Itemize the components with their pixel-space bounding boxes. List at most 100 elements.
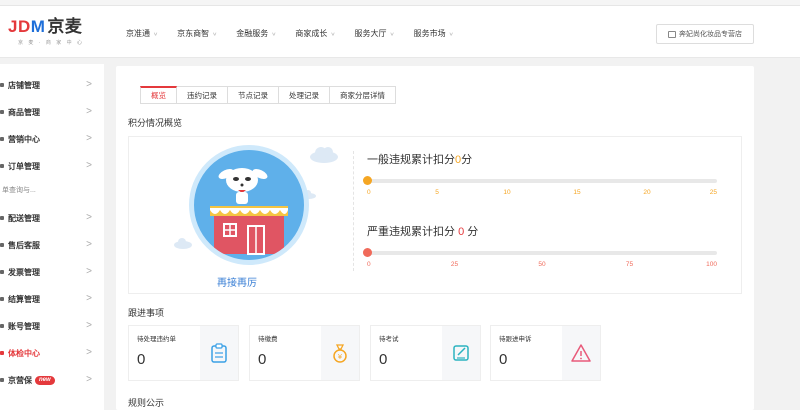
serious-violation-label: 严重违规累计扣分 (367, 226, 455, 238)
follow-card-value: 0 (137, 351, 146, 368)
general-violation-label: 一般违规累计扣分 (367, 154, 455, 166)
tick-label: 25 (709, 189, 717, 196)
tab-bar: 概览 违约记录 节点记录 处理记录 商家分层详情 (140, 86, 396, 104)
tick-label: 15 (573, 189, 581, 196)
mascot-illustration (189, 145, 309, 265)
top-nav: 京准通 ∨ 京东商智 ∨ 金融服务 ∨ 商家成长 ∨ 服务大厅 ∨ 服务市场 ∨ (126, 28, 473, 39)
tick-label: 20 (643, 189, 651, 196)
store-icon (668, 30, 676, 38)
sidebar-item-label: 京营保 (8, 375, 32, 385)
edit-icon (453, 345, 469, 361)
cloud-icon (174, 238, 192, 249)
chevron-right-icon: > (86, 160, 92, 171)
sidebar-item-store[interactable]: 店铺管理 > (0, 72, 104, 98)
tab-handling-records[interactable]: 处理记录 (279, 86, 330, 104)
tick-label: 0 (367, 261, 371, 268)
sidebar-item-orders[interactable]: 订单管理 > (0, 153, 104, 179)
tick-label: 0 (367, 189, 371, 196)
general-violation-ticks: 0 5 10 15 20 25 (367, 189, 717, 199)
tick-label: 100 (706, 261, 717, 268)
serious-violation-title: 严重违规累计扣分 0 分 (367, 223, 717, 239)
money-bag-icon: ¥ (333, 344, 347, 363)
follow-card-icon-box (442, 326, 480, 380)
sidebar-item-products[interactable]: 商品管理 > (0, 99, 104, 125)
chevron-right-icon: > (86, 133, 92, 144)
chevron-right-icon: > (86, 239, 92, 250)
sidebar-item-label: 营销中心 (8, 134, 40, 144)
tick-label: 5 (435, 189, 439, 196)
logo[interactable]: JDM 京麦 京 麦 · 商 家 中 心 (8, 17, 85, 47)
tick-label: 50 (538, 261, 546, 268)
logo-cn: 京麦 (47, 17, 83, 36)
sidebar-item-label: 体检中心 (8, 348, 40, 358)
serious-violation-slider (363, 248, 717, 257)
nav-item-service-hall[interactable]: 服务大厅 ∨ (355, 28, 395, 39)
chevron-right-icon: > (86, 266, 92, 277)
tab-overview[interactable]: 概览 (140, 86, 177, 104)
tick-label: 10 (503, 189, 511, 196)
chevron-right-icon: > (86, 320, 92, 331)
follow-card-label: 待缴费 (258, 336, 278, 343)
nav-item-finance[interactable]: 金融服务 ∨ (236, 28, 276, 39)
tab-merchant-tier[interactable]: 商家分层详情 (330, 86, 396, 104)
follow-card-icon-box (200, 326, 238, 380)
follow-card-pending-appeal[interactable]: 待跟进申诉 0 (490, 325, 601, 381)
sidebar-item-aftersales[interactable]: 售后客服 > (0, 232, 104, 258)
sidebar-item-checkup[interactable]: 体检中心 > (0, 340, 104, 366)
chevron-right-icon: > (86, 212, 92, 223)
cloud-icon (310, 147, 338, 163)
divider (353, 151, 354, 271)
sidebar-item-label: 订单管理 (8, 161, 40, 171)
section-title-score: 积分情况概览 (128, 118, 183, 128)
serious-violation-value: 0 (458, 226, 465, 238)
nav-label: 京准通 (126, 29, 150, 38)
follow-card-pending-violations[interactable]: 待处理违约单 0 (128, 325, 239, 381)
nav-label: 服务大厅 (354, 29, 387, 38)
nav-item-jingzhuntong[interactable]: 京准通 ∨ (126, 28, 158, 39)
nav-label: 商家成长 (295, 29, 328, 38)
sidebar-item-delivery[interactable]: 配送管理 > (0, 205, 104, 231)
store-switch-button[interactable]: 奔妃尚化妆品专营店 (656, 24, 754, 44)
logo-subtitle: 京 麦 · 商 家 中 心 (18, 40, 85, 46)
sidebar-item-marketing[interactable]: 营销中心 > (0, 126, 104, 152)
tick-label: 25 (450, 261, 459, 268)
nav-item-growth[interactable]: 商家成长 ∨ (295, 28, 335, 39)
clipboard-icon (211, 343, 227, 363)
sidebar-item-label: 配送管理 (8, 213, 40, 223)
serious-violation-thumb (363, 248, 372, 257)
follow-card-value: 0 (379, 351, 388, 368)
tick-label: 75 (625, 261, 634, 268)
store-name: 奔妃尚化妆品专营店 (679, 31, 742, 38)
sidebar-item-label: 结算管理 (8, 294, 40, 304)
nav-label: 京东商智 (177, 29, 210, 38)
sidebar-item-settlement[interactable]: 结算管理 > (0, 286, 104, 312)
chevron-right-icon: > (86, 79, 92, 90)
nav-item-service-market[interactable]: 服务市场 ∨ (414, 28, 454, 39)
sidebar-item-account[interactable]: 账号管理 > (0, 313, 104, 339)
nav-item-shangzhi[interactable]: 京东商智 ∨ (177, 28, 217, 39)
main-panel: 概览 违约记录 节点记录 处理记录 商家分层详情 积分情况概览 再接再厉 一般违… (116, 66, 754, 410)
general-violation-thumb (363, 176, 372, 185)
follow-card-pending-exam[interactable]: 待考试 0 (370, 325, 481, 381)
nav-label: 金融服务 (236, 29, 269, 38)
serious-violation-section: 严重违规累计扣分 0 分 0 25 50 75 100 (363, 223, 717, 271)
svg-text:¥: ¥ (338, 353, 343, 361)
general-violation-section: 一般违规累计扣分0分 0 5 10 15 20 25 (363, 151, 717, 199)
follow-card-value: 0 (258, 351, 267, 368)
follow-card-label: 待考试 (379, 336, 399, 343)
tab-violation-records[interactable]: 违约记录 (177, 86, 228, 104)
sidebar-item-label: 发票管理 (8, 267, 40, 277)
sidebar-sub-link[interactable]: 单查询与... (0, 185, 36, 195)
sidebar-item-invoice[interactable]: 发票管理 > (0, 259, 104, 285)
section-title-rules: 规则公示 (128, 398, 165, 408)
serious-violation-ticks: 0 25 50 75 100 (367, 261, 717, 271)
sidebar-item-jingyingbao[interactable]: 京营保 new > (0, 367, 104, 393)
chevron-right-icon: > (86, 106, 92, 117)
follow-card-pending-payment[interactable]: 待缴费 0 ¥ (249, 325, 360, 381)
follow-card-icon-box (562, 326, 600, 380)
new-badge: new (35, 375, 55, 385)
chevron-down-icon: ∨ (448, 31, 454, 37)
tab-node-records[interactable]: 节点记录 (228, 86, 279, 104)
sidebar-item-label: 账号管理 (8, 321, 40, 331)
chevron-down-icon: ∨ (153, 31, 159, 37)
